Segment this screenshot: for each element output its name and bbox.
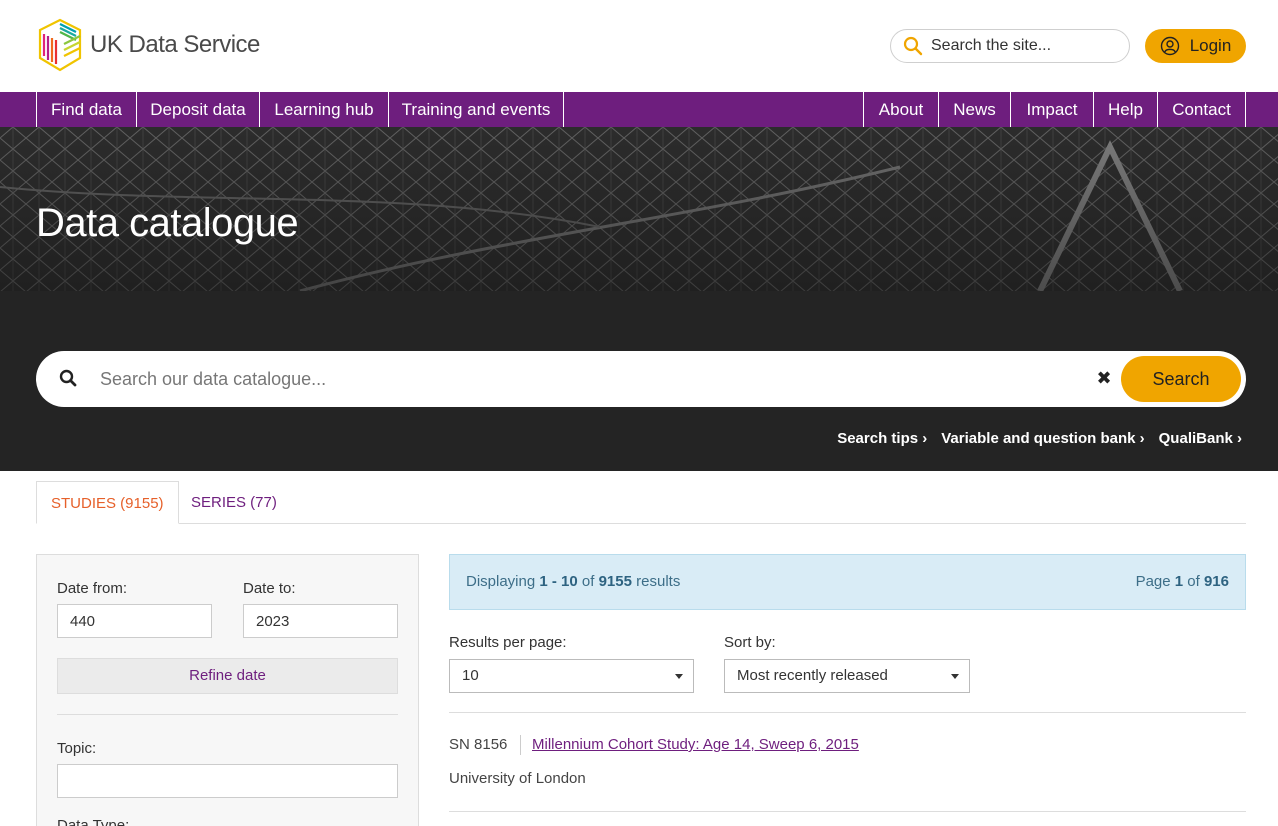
study-organisation: University of London <box>449 770 586 787</box>
date-from-field[interactable] <box>57 604 212 638</box>
sort-by-label: Sort by: <box>724 634 776 651</box>
nav-item-find-data[interactable]: Find data <box>36 92 136 127</box>
tab-series[interactable]: SERIES (77) <box>177 481 291 524</box>
chevron-right-icon: › <box>1237 430 1242 447</box>
hero-banner: Data catalogue <box>0 127 1278 291</box>
topic-label: Topic: <box>57 740 97 757</box>
search-tips-link[interactable]: Search tips › <box>837 430 927 447</box>
date-to-field[interactable] <box>243 604 398 638</box>
tab-studies[interactable]: STUDIES (9155) <box>36 481 179 524</box>
search-icon <box>903 36 923 56</box>
results-total: 9155 <box>598 573 632 590</box>
refine-date-button[interactable]: Refine date <box>57 658 398 694</box>
logo[interactable]: UK Data Service <box>36 18 266 72</box>
results-count: Displaying 1 - 10 of 9155 results <box>466 573 680 590</box>
nav-item-contact[interactable]: Contact <box>1157 92 1246 127</box>
caret-down-icon <box>675 674 683 679</box>
search-icon <box>59 369 77 387</box>
results-per-page-select[interactable]: 10 <box>449 659 694 693</box>
study-title-link[interactable]: Millennium Cohort Study: Age 14, Sweep 6… <box>532 736 859 753</box>
logo-mark-icon <box>38 18 82 72</box>
data-type-label: Data Type: <box>57 817 130 826</box>
main-nav: Find data Deposit data Learning hub Trai… <box>0 92 1278 127</box>
nav-item-about[interactable]: About <box>863 92 938 127</box>
filter-divider <box>57 714 398 715</box>
user-icon <box>1160 36 1179 56</box>
catalogue-search-button[interactable]: Search <box>1121 356 1241 402</box>
chevron-right-icon: › <box>922 430 928 447</box>
results-per-page-value: 10 <box>462 667 479 684</box>
catalogue-search-bar: ✖ Search <box>36 351 1246 407</box>
chevron-right-icon: › <box>1139 430 1145 447</box>
study-number: SN 8156 <box>449 736 508 753</box>
nav-item-news[interactable]: News <box>938 92 1010 127</box>
search-help-links: Search tips › Variable and question bank… <box>837 430 1242 447</box>
logo-text: UK Data Service <box>90 31 260 58</box>
results-divider <box>449 712 1246 713</box>
current-page: 1 <box>1174 573 1184 590</box>
nav-item-deposit-data[interactable]: Deposit data <box>136 92 259 127</box>
of-text: of <box>577 573 599 590</box>
result-tabs: STUDIES (9155) SERIES (77) <box>36 481 1246 524</box>
date-from-label: Date from: <box>57 580 128 597</box>
sort-by-select[interactable]: Most recently released <box>724 659 970 693</box>
page-prefix: Page <box>1135 573 1175 590</box>
sort-by-value: Most recently released <box>737 667 888 684</box>
results-divider <box>449 811 1246 812</box>
page-title: Data catalogue <box>36 201 299 245</box>
results-summary: Displaying 1 - 10 of 9155 results Page 1… <box>449 554 1246 610</box>
site-search[interactable] <box>890 29 1130 63</box>
nav-item-impact[interactable]: Impact <box>1010 92 1093 127</box>
qualibank-label: QualiBank <box>1158 430 1233 447</box>
results-range: 1 - 10 <box>539 573 578 590</box>
nav-item-training-and-events[interactable]: Training and events <box>388 92 564 127</box>
qualibank-link[interactable]: QualiBank › <box>1159 430 1242 447</box>
nav-item-learning-hub[interactable]: Learning hub <box>259 92 388 127</box>
results-word: results <box>631 573 681 590</box>
page-of-text: of <box>1183 573 1204 590</box>
total-pages: 916 <box>1203 573 1229 590</box>
site-search-input[interactable] <box>931 37 1111 55</box>
clear-icon[interactable]: ✖ <box>1094 367 1114 389</box>
variable-question-bank-label: Variable and question bank <box>941 430 1136 447</box>
displaying-prefix: Displaying <box>466 573 540 590</box>
catalogue-search-band: ✖ Search Search tips › Variable and ques… <box>0 291 1278 471</box>
filter-panel: Date from: Date to: Refine date Topic: D… <box>36 554 419 826</box>
variable-question-bank-link[interactable]: Variable and question bank › <box>941 430 1144 447</box>
caret-down-icon <box>951 674 959 679</box>
search-tips-label: Search tips <box>837 430 919 447</box>
date-to-label: Date to: <box>243 580 296 597</box>
result-separator <box>520 735 521 755</box>
site-header: UK Data Service Login <box>0 0 1278 92</box>
page-indicator: Page 1 of 916 <box>1136 573 1229 590</box>
nav-item-help[interactable]: Help <box>1093 92 1157 127</box>
catalogue-search-input[interactable] <box>100 363 1060 395</box>
login-label: Login <box>1189 36 1232 55</box>
topic-field[interactable] <box>57 764 398 798</box>
results-per-page-label: Results per page: <box>449 634 567 651</box>
login-button[interactable]: Login <box>1145 29 1246 63</box>
